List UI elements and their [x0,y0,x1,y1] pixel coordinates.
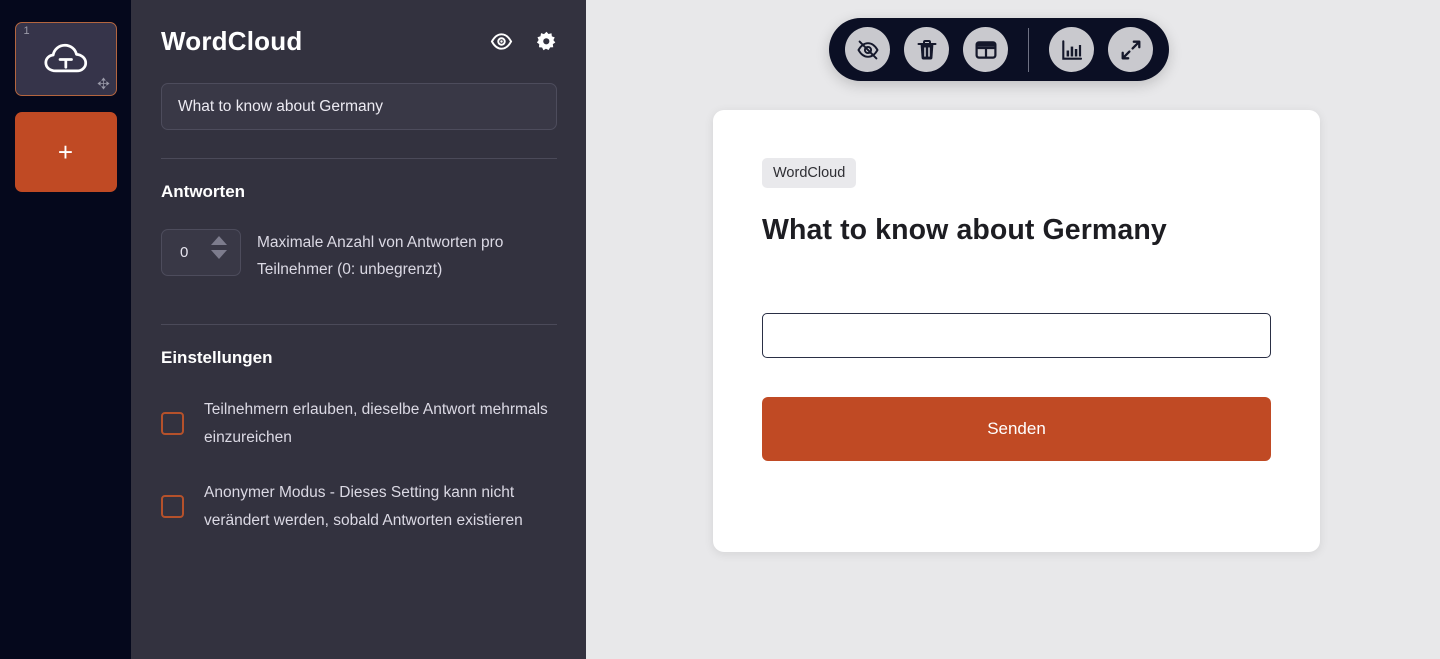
stepper-decrement-icon[interactable] [211,250,227,259]
grid-button[interactable] [963,27,1008,72]
card-heading: What to know about Germany [762,214,1167,246]
answers-section-heading: Antworten [161,182,246,201]
bar-chart-icon [1061,39,1082,60]
submit-button[interactable]: Senden [762,397,1271,461]
gear-icon[interactable] [535,30,558,53]
add-slide-button[interactable]: + [14,112,117,192]
chart-button[interactable] [1049,27,1094,72]
app-root: 1 + WordCloud What to know about Germany… [0,0,1440,659]
checkbox-anonymous-mode[interactable] [161,495,184,519]
move-icon[interactable] [96,77,110,90]
eye-icon[interactable] [490,30,513,53]
setting-row-duplicate-answers: Teilnehmern erlauben, dieselbe Antwort m… [161,396,564,451]
stage-toolbar [829,18,1169,81]
trash-icon [917,39,936,59]
setting-row-anonymous-mode: Anonymer Modus - Dieses Setting kann nic… [161,479,564,534]
delete-button[interactable] [904,27,949,72]
panel-title: WordCloud [161,26,303,56]
main-stage: WordCloud What to know about Germany Sen… [586,0,1440,659]
table-icon [974,40,996,59]
stepper-increment-icon[interactable] [211,236,227,245]
panel-header: WordCloud [161,26,564,57]
fullscreen-icon [1121,40,1140,59]
checkbox-duplicate-answers[interactable] [161,412,184,436]
answer-input[interactable] [762,313,1271,358]
preview-card: WordCloud What to know about Germany Sen… [713,110,1320,552]
expand-button[interactable] [1108,27,1153,72]
cloud-text-icon [43,43,87,73]
max-answers-label: Maximale Anzahl von Antworten pro Teilne… [257,234,504,279]
checkbox-label-anonymous-mode: Anonymer Modus - Dieses Setting kann nic… [204,484,523,529]
card-type-badge: WordCloud [762,158,857,188]
checkbox-label-duplicate-answers: Teilnehmern erlauben, dieselbe Antwort m… [204,401,548,446]
toolbar-divider [1028,27,1029,72]
eye-slash-icon [856,40,879,59]
slide-title-input[interactable] [161,83,557,130]
settings-panel: WordCloud Antworten 0 [131,0,586,659]
max-answers-stepper[interactable]: 0 [161,229,241,276]
panel-header-icons [490,30,564,53]
max-answers-row: 0 Maximale Anzahl von Antworten pro Teil… [161,229,564,283]
max-answers-value: 0 [180,244,189,261]
slide-thumbnail-1[interactable]: 1 [14,22,117,96]
slide-number-label: 1 [23,25,30,37]
panel-divider-1 [161,158,557,159]
hide-button[interactable] [845,27,890,72]
panel-divider-2 [161,324,557,326]
settings-section-heading: Einstellungen [161,348,273,368]
slide-rail: 1 + [0,0,131,659]
stepper-arrows [211,236,227,259]
